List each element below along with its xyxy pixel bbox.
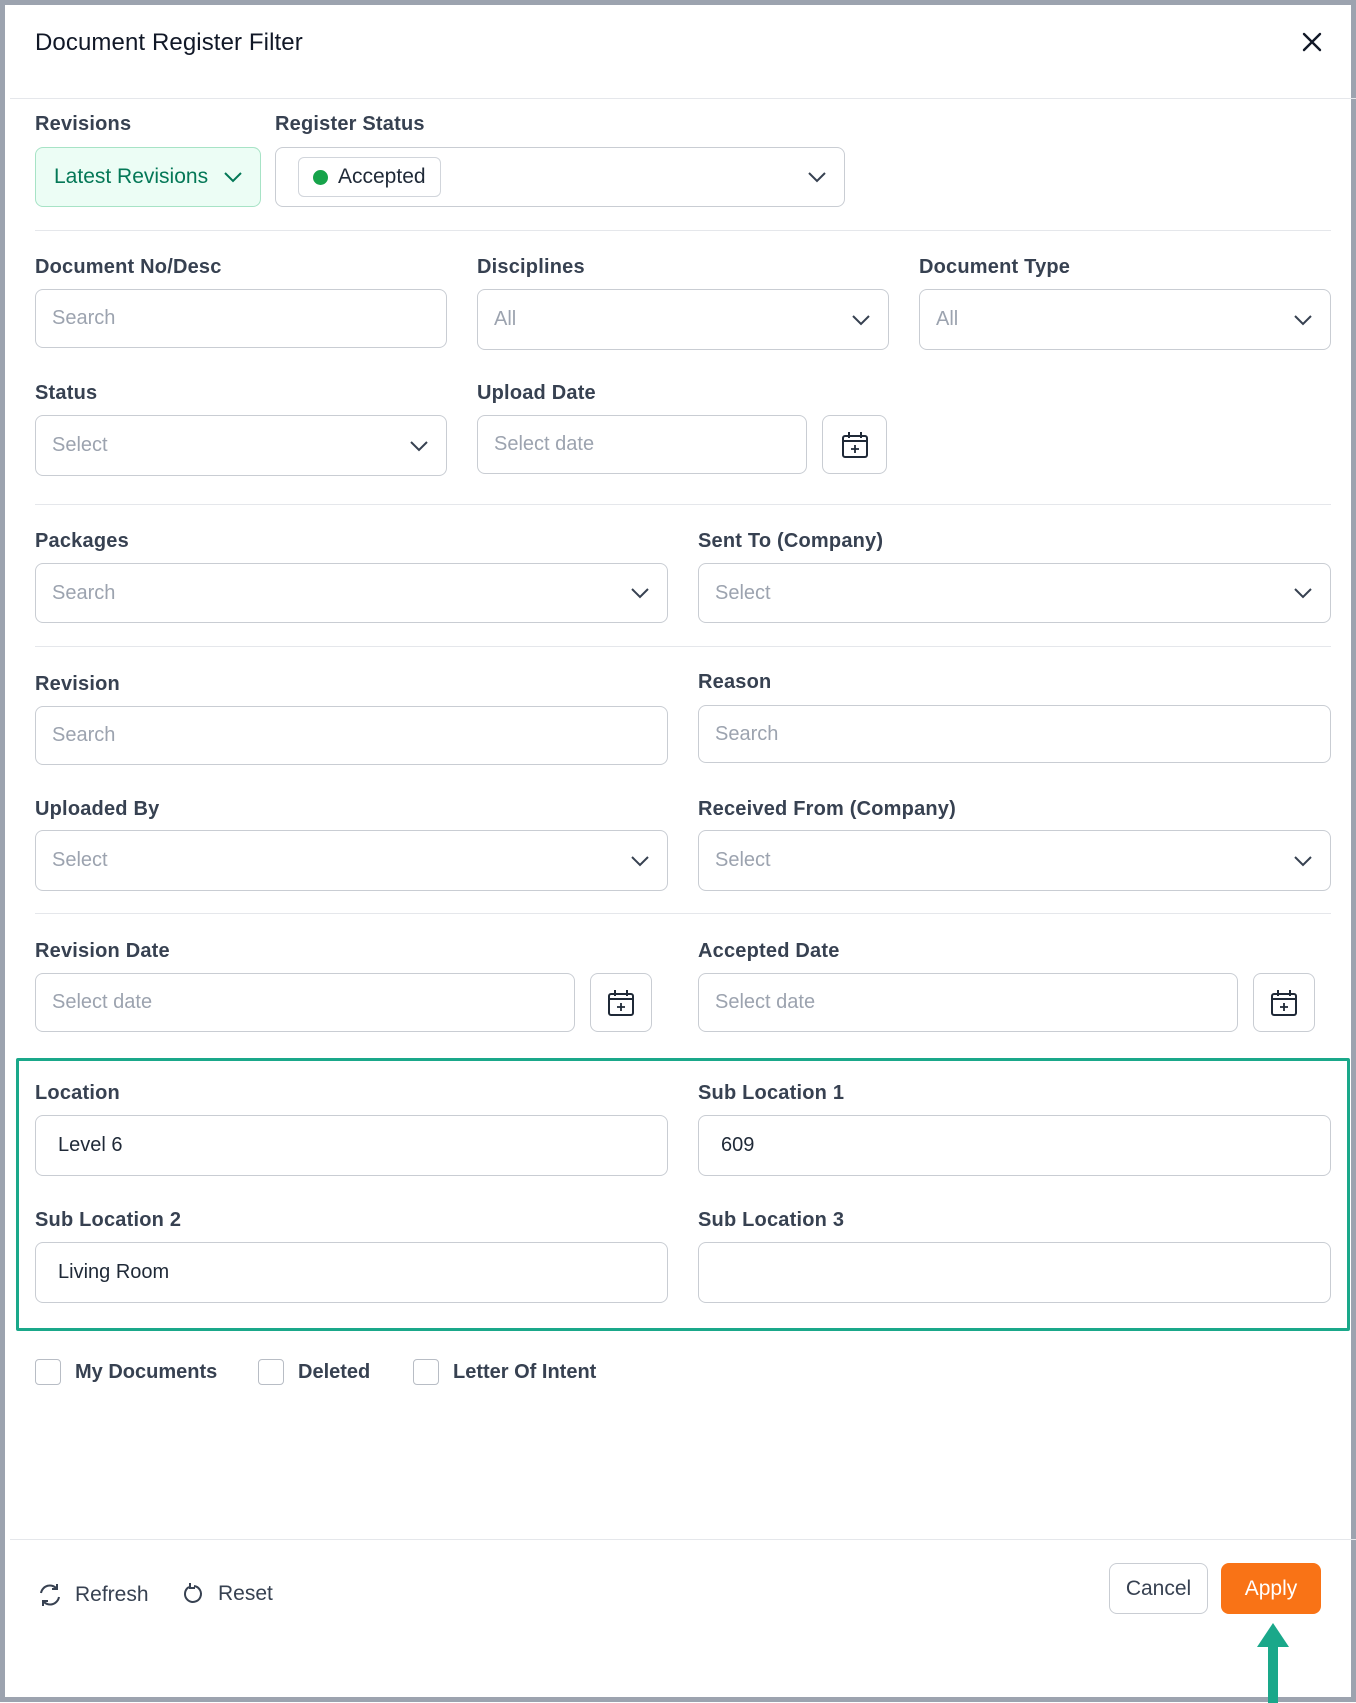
packages-dropdown[interactable]: Search <box>35 563 668 623</box>
reason-label: Reason <box>698 671 772 693</box>
calendar-icon <box>841 431 868 458</box>
arrow-up-icon <box>1257 1623 1289 1703</box>
reset-button[interactable]: Reset <box>182 1582 273 1606</box>
register-status-dropdown[interactable]: Accepted <box>275 147 845 207</box>
revision-date-calendar-button[interactable] <box>590 973 652 1032</box>
uploaded-by-label: Uploaded By <box>35 798 160 820</box>
accepted-date-input[interactable]: Select date <box>698 973 1238 1032</box>
upload-date-label: Upload Date <box>477 382 596 404</box>
location-input[interactable]: Level 6 <box>35 1115 668 1176</box>
accepted-date-label: Accepted Date <box>698 940 840 962</box>
chevron-down-icon <box>1294 588 1312 599</box>
chevron-down-icon <box>631 855 649 866</box>
calendar-icon <box>1271 989 1297 1016</box>
chevron-down-icon <box>1294 314 1312 325</box>
accepted-date-calendar-button[interactable] <box>1253 973 1315 1032</box>
revisions-value: Latest Revisions <box>54 165 209 188</box>
refresh-icon <box>40 1584 60 1606</box>
chevron-down-icon <box>1294 855 1312 866</box>
doc-no-search-input[interactable]: Search <box>35 289 447 348</box>
chevron-down-icon <box>808 172 826 183</box>
upload-date-calendar-button[interactable] <box>822 415 887 474</box>
sub-location-2-input[interactable]: Living Room <box>35 1242 668 1303</box>
revision-label: Revision <box>35 673 120 695</box>
sent-to-label: Sent To (Company) <box>698 530 884 552</box>
received-from-dropdown[interactable]: Select <box>698 830 1331 891</box>
divider <box>35 230 1331 231</box>
received-from-label: Received From (Company) <box>698 798 956 820</box>
reset-icon <box>184 1583 202 1603</box>
status-tag-label: Accepted <box>338 165 426 188</box>
close-icon[interactable] <box>1297 27 1327 57</box>
calendar-icon <box>608 989 634 1016</box>
checkbox-box <box>258 1359 284 1385</box>
sub-location-3-label: Sub Location 3 <box>698 1209 845 1231</box>
sub-location-1-label: Sub Location 1 <box>698 1082 845 1104</box>
status-dropdown[interactable]: Select <box>35 415 447 476</box>
uploaded-by-dropdown[interactable]: Select <box>35 830 668 891</box>
cancel-button[interactable]: Cancel <box>1109 1563 1208 1614</box>
disciplines-label: Disciplines <box>477 256 585 278</box>
revision-date-label: Revision Date <box>35 940 170 962</box>
doc-type-dropdown[interactable]: All <box>919 289 1331 350</box>
chevron-down-icon <box>224 172 242 183</box>
letter-of-intent-checkbox[interactable]: Letter Of Intent <box>413 1359 596 1385</box>
apply-button[interactable]: Apply <box>1221 1563 1321 1614</box>
location-label: Location <box>35 1082 120 1104</box>
header-divider <box>10 98 1356 99</box>
chevron-down-icon <box>852 314 870 325</box>
chevron-down-icon <box>631 588 649 599</box>
status-tag: Accepted <box>298 157 441 197</box>
revision-search-input[interactable]: Search <box>35 706 668 765</box>
doc-no-label: Document No/Desc <box>35 256 222 278</box>
green-dot-icon <box>313 169 328 185</box>
divider <box>35 913 1331 914</box>
divider <box>35 504 1331 505</box>
sub-location-3-input[interactable] <box>698 1242 1331 1303</box>
sent-to-dropdown[interactable]: Select <box>698 563 1331 623</box>
chevron-down-icon <box>410 440 428 451</box>
upload-date-input[interactable]: Select date <box>477 415 807 474</box>
register-status-label: Register Status <box>275 113 425 135</box>
filter-dialog: Document Register Filter Revisions Regis… <box>0 0 1356 1703</box>
revisions-dropdown[interactable]: Latest Revisions <box>35 147 261 207</box>
my-documents-checkbox[interactable]: My Documents <box>35 1359 217 1385</box>
checkbox-box <box>413 1359 439 1385</box>
revisions-label: Revisions <box>35 113 132 135</box>
dialog-title: Document Register Filter <box>35 29 303 56</box>
doc-type-label: Document Type <box>919 256 1071 278</box>
packages-label: Packages <box>35 530 129 552</box>
status-label: Status <box>35 382 98 404</box>
revision-date-input[interactable]: Select date <box>35 973 575 1032</box>
disciplines-dropdown[interactable]: All <box>477 289 889 350</box>
sub-location-1-input[interactable]: 609 <box>698 1115 1331 1176</box>
reason-search-input[interactable]: Search <box>698 705 1331 763</box>
footer-divider <box>10 1539 1356 1540</box>
deleted-checkbox[interactable]: Deleted <box>258 1359 370 1385</box>
divider <box>35 646 1331 647</box>
checkbox-box <box>35 1359 61 1385</box>
sub-location-2-label: Sub Location 2 <box>35 1209 182 1231</box>
refresh-button[interactable]: Refresh <box>37 1582 149 1608</box>
